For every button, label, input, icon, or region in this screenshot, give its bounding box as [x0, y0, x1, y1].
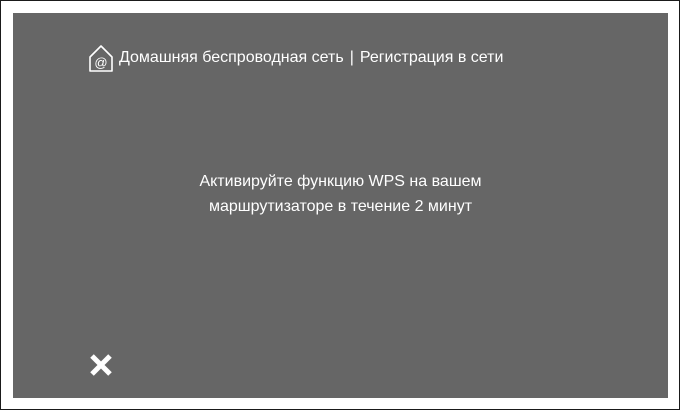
device-frame: @ Домашняя беспроводная сеть | Регистрац… [0, 0, 680, 410]
close-icon [90, 354, 112, 376]
header-title: Домашняя беспроводная сеть [119, 49, 344, 66]
instruction-line-1: Активируйте функцию WPS на вашем [199, 173, 482, 190]
wps-instruction: Активируйте функцию WPS на вашем маршрут… [13, 169, 668, 219]
instruction-line-2: маршрутизаторе в течение 2 минут [208, 198, 473, 215]
home-wifi-icon: @ [88, 43, 114, 73]
close-button[interactable] [89, 353, 113, 377]
header-subtitle: Регистрация в сети [359, 49, 504, 66]
display-screen: @ Домашняя беспроводная сеть | Регистрац… [13, 13, 668, 398]
header-separator: | [349, 49, 354, 66]
screen-header: @ Домашняя беспроводная сеть | Регистрац… [88, 43, 503, 73]
svg-text:@: @ [94, 55, 107, 70]
